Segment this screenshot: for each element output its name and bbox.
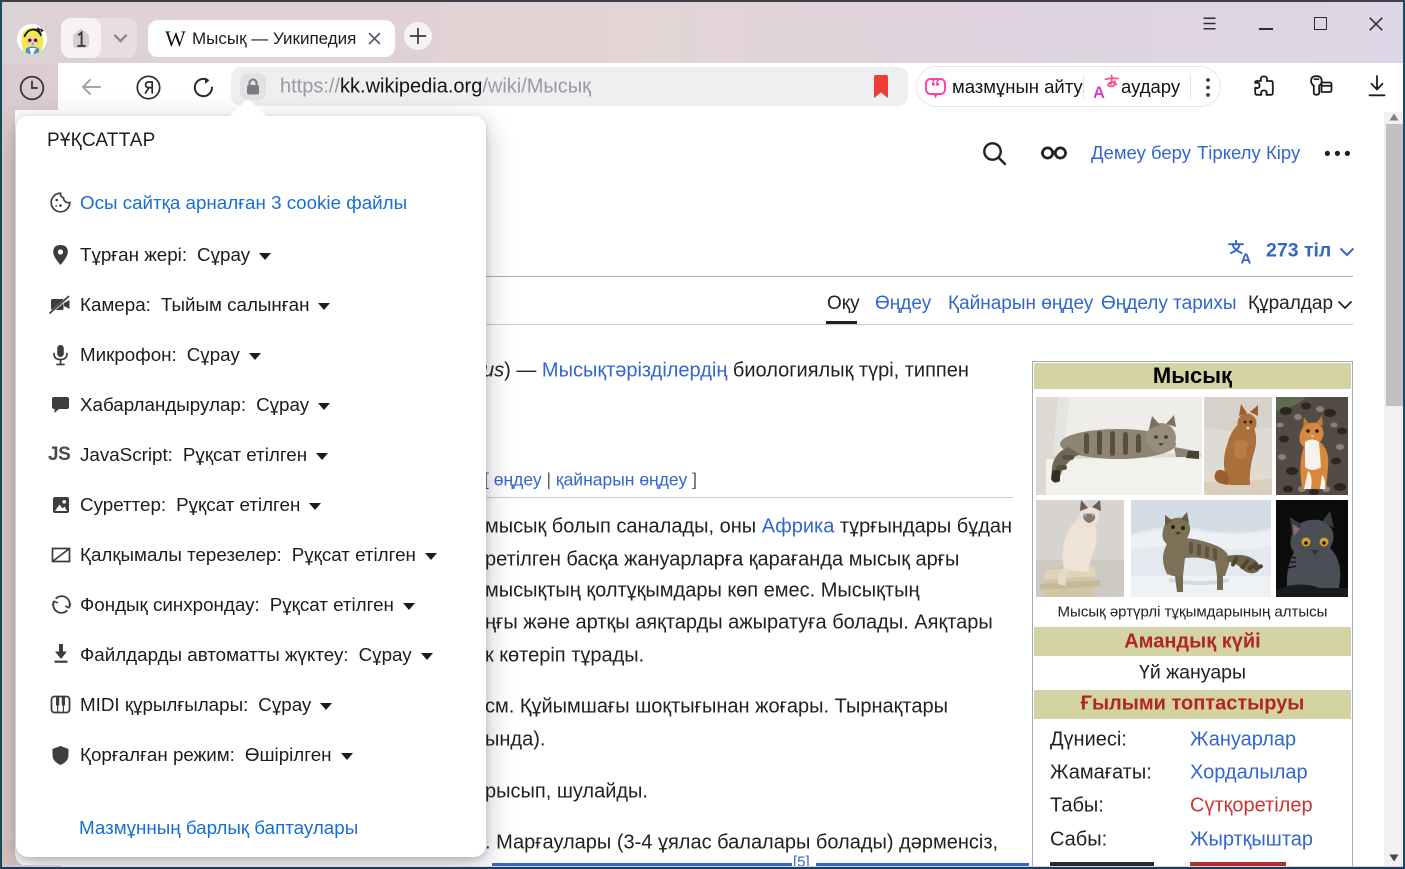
svg-text:A: A [1241, 251, 1252, 265]
svg-text:“: “ [931, 78, 941, 98]
svg-text:А: А [1094, 84, 1105, 100]
